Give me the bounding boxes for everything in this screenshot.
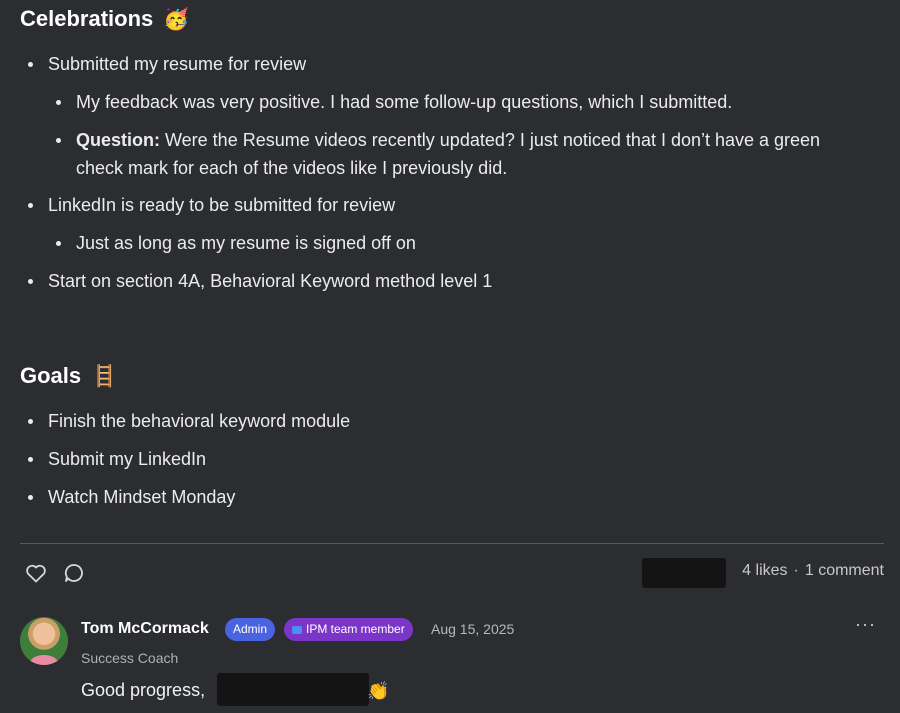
author-role: Success Coach — [81, 650, 179, 666]
list-item-text: LinkedIn is ready to be submitted for re… — [48, 195, 396, 215]
bullet-icon — [56, 100, 61, 105]
list-item: Submitted my resume for review — [28, 50, 307, 78]
list-item: Finish the behavioral keyword module — [28, 407, 351, 435]
bullet-icon — [28, 203, 33, 208]
bullet-icon — [28, 279, 33, 284]
clapping-hands-emoji-icon: 👏 — [367, 681, 390, 701]
comment-body: Good progress, — [81, 680, 206, 700]
ladder-emoji-icon: 🪜 — [91, 364, 118, 388]
admin-badge: Admin — [225, 618, 276, 641]
bullet-icon — [28, 62, 33, 67]
bullet-icon — [28, 495, 33, 500]
redacted-avatars — [642, 558, 726, 588]
list-item-text: Just as long as my resume is signed off … — [76, 233, 416, 253]
likes-count[interactable]: 4 likes — [742, 562, 787, 580]
comments-count[interactable]: 1 comment — [805, 562, 884, 580]
bullet-icon — [56, 138, 61, 143]
team-badge-icon — [292, 625, 302, 634]
more-options-icon[interactable]: ··· — [855, 614, 876, 635]
list-item-text: My feedback was very positive. I had som… — [76, 92, 733, 112]
list-item: LinkedIn is ready to be submitted for re… — [28, 191, 396, 219]
list-item: Submit my LinkedIn — [28, 445, 207, 473]
list-item-text: Watch Mindset Monday — [48, 487, 236, 507]
divider — [20, 543, 884, 544]
question-label: Question: — [76, 130, 160, 150]
team-member-badge: IPM team member — [284, 618, 413, 641]
goals-heading: Goals 🪜 — [20, 363, 117, 389]
speech-bubble-icon[interactable] — [62, 561, 86, 585]
celebrations-title: Celebrations — [20, 6, 154, 31]
list-item: Just as long as my resume is signed off … — [56, 229, 416, 257]
list-item-text: Were the Resume videos recently updated?… — [76, 130, 821, 178]
bullet-icon — [28, 457, 33, 462]
party-face-emoji-icon: 🥳 — [163, 7, 190, 31]
team-badge-label: IPM team member — [306, 622, 405, 636]
bullet-icon — [28, 419, 33, 424]
list-item-text: Submitted my resume for review — [48, 54, 307, 74]
celebrations-heading: Celebrations 🥳 — [20, 6, 189, 32]
avatar[interactable] — [20, 617, 68, 665]
bullet-icon — [56, 241, 61, 246]
comment-author[interactable]: Tom McCormack — [81, 620, 209, 638]
list-item-text: Submit my LinkedIn — [48, 449, 207, 469]
post-stats: 4 likes · 1 comment — [742, 562, 884, 580]
list-item: Start on section 4A, Behavioral Keyword … — [28, 267, 493, 295]
list-item: My feedback was very positive. I had som… — [56, 88, 733, 116]
redacted-name — [217, 673, 369, 706]
list-item-text: Finish the behavioral keyword module — [48, 411, 351, 431]
comment-date: Aug 15, 2025 — [431, 621, 515, 637]
list-item: Watch Mindset Monday — [28, 483, 236, 511]
list-item: Question: Were the Resume videos recentl… — [56, 126, 856, 182]
heart-icon[interactable] — [24, 561, 48, 585]
comment-text: Good progress, — [81, 680, 205, 701]
goals-title: Goals — [20, 363, 82, 388]
stats-separator: · — [793, 562, 799, 579]
list-item-text: Start on section 4A, Behavioral Keyword … — [48, 271, 493, 291]
